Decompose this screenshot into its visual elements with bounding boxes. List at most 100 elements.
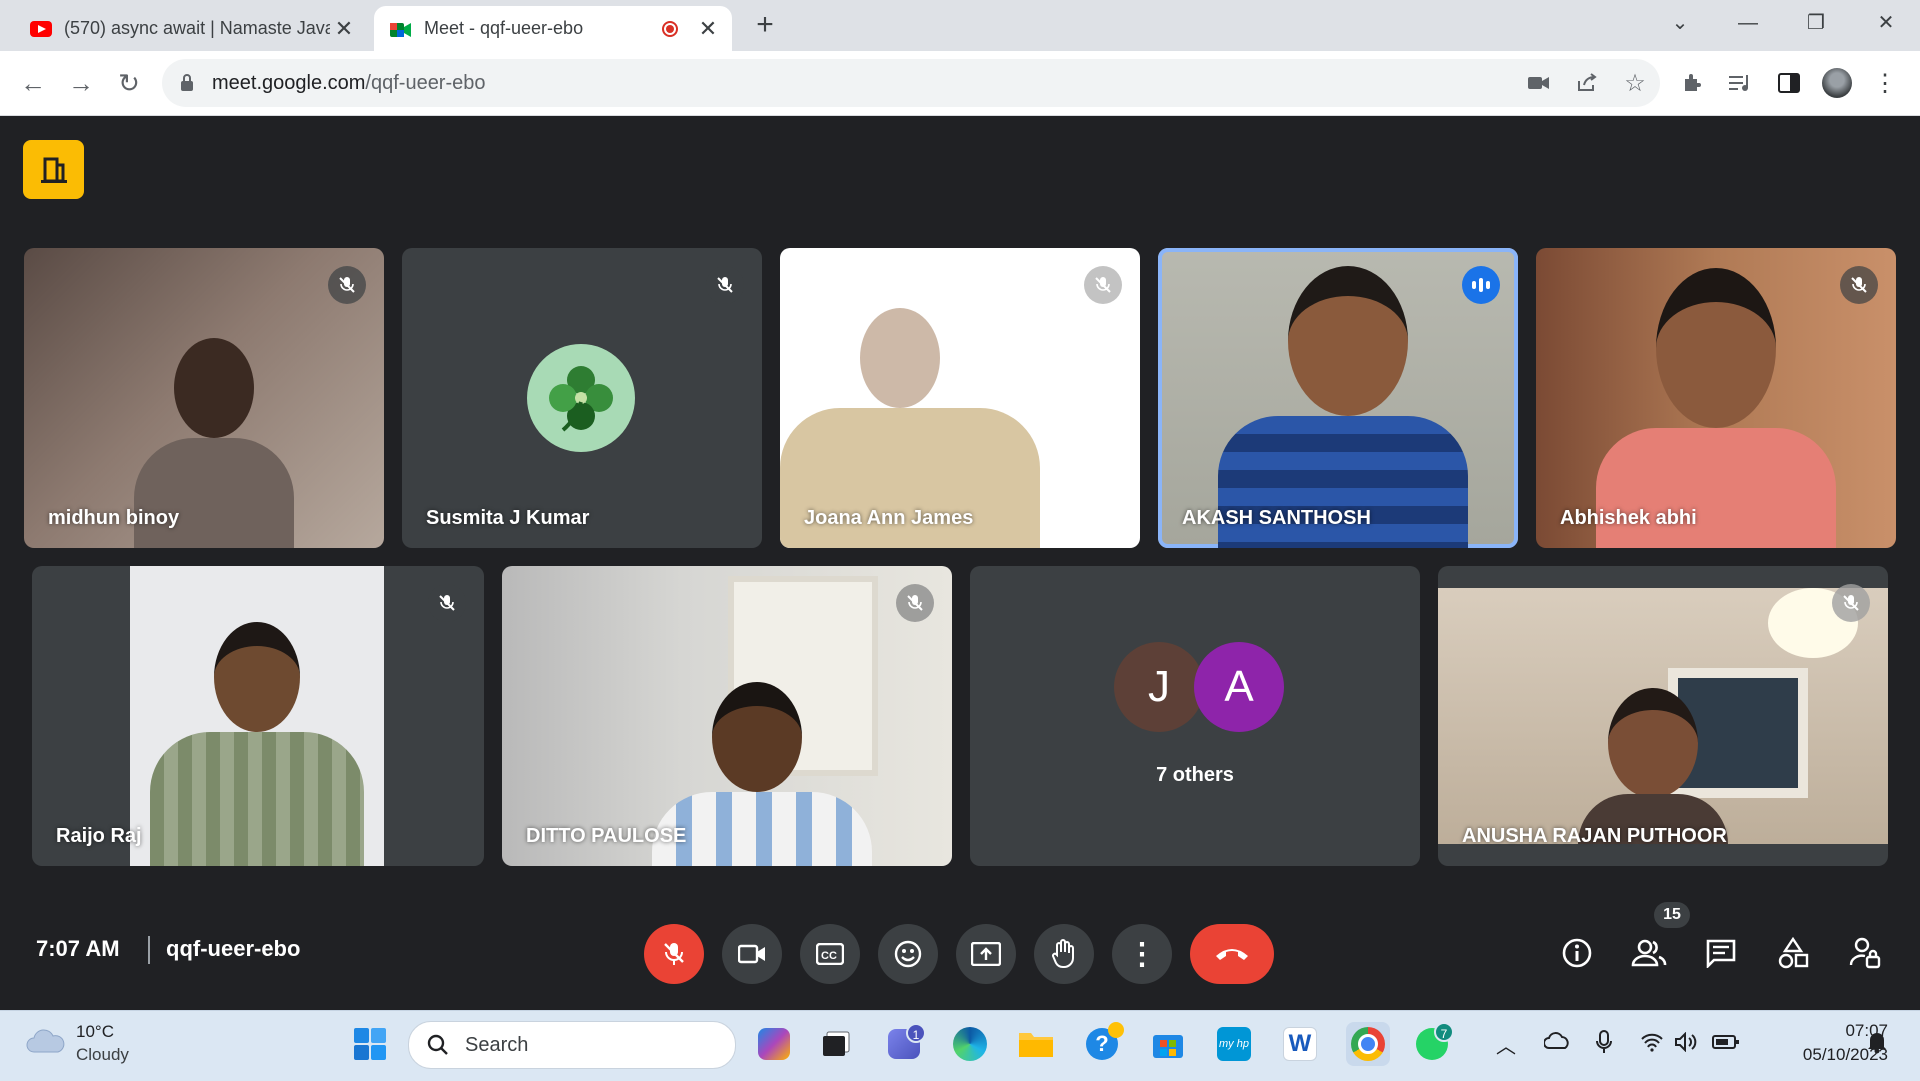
- weather-temperature[interactable]: 10°C: [76, 1022, 114, 1042]
- new-tab-button[interactable]: +: [750, 10, 780, 40]
- teams-badge: 1: [906, 1023, 926, 1043]
- edge-browser-icon[interactable]: [950, 1024, 990, 1064]
- participant-tile[interactable]: Raijo Raj: [32, 566, 484, 866]
- onedrive-icon[interactable]: [1543, 1032, 1570, 1055]
- people-button[interactable]: [1624, 928, 1674, 978]
- host-controls-button[interactable]: [1840, 928, 1890, 978]
- microsoft-store-icon[interactable]: [1148, 1024, 1188, 1064]
- leave-call-button[interactable]: [1190, 924, 1274, 984]
- companion-mode-button[interactable]: [23, 140, 84, 199]
- copilot-preview-icon[interactable]: [754, 1024, 794, 1064]
- captions-button[interactable]: CC: [800, 924, 860, 984]
- door-icon: [40, 157, 67, 183]
- chrome-menu-icon[interactable]: ⋮: [1868, 66, 1902, 100]
- mic-off-icon: [1832, 584, 1870, 622]
- mic-off-icon: [706, 266, 744, 304]
- close-tab-icon[interactable]: ✕: [330, 16, 358, 42]
- restore-icon[interactable]: ❐: [1796, 8, 1836, 38]
- participant-tile[interactable]: Joana Ann James: [780, 248, 1140, 548]
- shapes-icon: [1778, 937, 1809, 969]
- participant-tile[interactable]: Abhishek abhi: [1536, 248, 1896, 548]
- back-icon[interactable]: ←: [16, 66, 50, 100]
- myhp-icon[interactable]: my hp: [1214, 1024, 1254, 1064]
- divider: [148, 936, 150, 964]
- lock-icon[interactable]: [180, 74, 194, 92]
- video-feed: [1596, 268, 1836, 548]
- media-control-icon[interactable]: [1724, 66, 1758, 100]
- speaking-indicator-icon: [1462, 266, 1500, 304]
- closed-captions-icon: CC: [816, 943, 844, 965]
- participant-name: Susmita J Kumar: [426, 507, 590, 529]
- camera-icon[interactable]: [1522, 66, 1556, 100]
- side-panel-icon[interactable]: [1772, 66, 1806, 100]
- teams-chat-icon[interactable]: 1: [884, 1023, 926, 1064]
- others-tile[interactable]: J A 7 others: [970, 566, 1420, 866]
- meeting-details-button[interactable]: [1552, 928, 1602, 978]
- notification-bell-icon[interactable]: [1866, 1030, 1888, 1059]
- mic-off-icon: [896, 584, 934, 622]
- windows-start-icon[interactable]: [350, 1024, 390, 1064]
- emoji-icon: [894, 940, 922, 968]
- tab-search-icon[interactable]: ⌄: [1660, 8, 1700, 38]
- browser-toolbar: ← → ↻ meet.google.com/qqf-ueer-ebo ☆ ⋮: [0, 51, 1920, 116]
- participant-tile[interactable]: midhun binoy: [24, 248, 384, 548]
- reload-icon[interactable]: ↻: [112, 66, 146, 100]
- participant-tile[interactable]: ANUSHA RAJAN PUTHOOR: [1438, 566, 1888, 866]
- video-feed: [1438, 588, 1888, 844]
- wifi-icon[interactable]: [1640, 1032, 1664, 1057]
- extensions-icon[interactable]: [1676, 66, 1710, 100]
- more-options-button[interactable]: ⋮: [1112, 924, 1172, 984]
- chevron-up-icon[interactable]: ︿: [1496, 1030, 1516, 1059]
- tab-meet[interactable]: Meet - qqf-ueer-ebo ✕: [374, 6, 732, 51]
- word-icon[interactable]: W: [1280, 1024, 1320, 1064]
- chat-button[interactable]: [1696, 928, 1746, 978]
- more-vert-icon: ⋮: [1127, 937, 1157, 971]
- taskbar-search-input[interactable]: Search: [408, 1021, 736, 1069]
- tab-title: Meet - qqf-ueer-ebo: [424, 18, 584, 38]
- svg-text:CC: CC: [821, 950, 837, 962]
- profile-avatar[interactable]: [1820, 66, 1854, 100]
- participant-name: DITTO PAULOSE: [526, 825, 687, 847]
- file-explorer-icon[interactable]: [1016, 1024, 1056, 1064]
- cloud-icon[interactable]: [26, 1028, 66, 1059]
- search-placeholder: Search: [465, 1034, 529, 1056]
- camera-toggle-button[interactable]: [722, 924, 782, 984]
- forward-icon[interactable]: →: [64, 66, 98, 100]
- people-icon: [1631, 939, 1667, 967]
- share-icon[interactable]: [1570, 66, 1604, 100]
- task-view-icon[interactable]: [816, 1024, 856, 1064]
- close-tab-icon[interactable]: ✕: [694, 16, 722, 42]
- close-window-icon[interactable]: ✕: [1866, 8, 1906, 38]
- present-screen-button[interactable]: [956, 924, 1016, 984]
- raise-hand-button[interactable]: [1034, 924, 1094, 984]
- mic-toggle-button[interactable]: [644, 924, 704, 984]
- whatsapp-icon[interactable]: 7: [1412, 1022, 1454, 1064]
- tab-youtube[interactable]: (570) async await | Namaste JavaScript ✕: [16, 6, 368, 51]
- tab-title: (570) async await | Namaste JavaScript: [64, 18, 330, 38]
- microphone-icon[interactable]: [1596, 1030, 1612, 1059]
- participant-tile-speaking[interactable]: AKASH SANTHOSH: [1158, 248, 1518, 548]
- activities-button[interactable]: [1768, 928, 1818, 978]
- participant-name: Joana Ann James: [804, 507, 974, 529]
- google-meet-icon: [390, 21, 412, 37]
- bookmark-star-icon[interactable]: ☆: [1618, 66, 1652, 100]
- weather-condition[interactable]: Cloudy: [76, 1045, 129, 1065]
- participant-tile[interactable]: Susmita J Kumar: [402, 248, 762, 548]
- meeting-clock: 7:07 AM: [36, 936, 120, 961]
- minimize-icon[interactable]: —: [1728, 8, 1768, 38]
- mic-off-icon: [428, 584, 466, 622]
- reactions-button[interactable]: [878, 924, 938, 984]
- clover-avatar: [527, 344, 635, 452]
- battery-icon[interactable]: [1712, 1034, 1740, 1055]
- chat-icon: [1706, 939, 1736, 968]
- person-lock-icon: [1849, 937, 1881, 969]
- url-text[interactable]: meet.google.com/qqf-ueer-ebo: [212, 72, 486, 95]
- participant-count-badge: 15: [1654, 902, 1690, 928]
- get-help-icon[interactable]: ?: [1082, 1022, 1124, 1064]
- url-domain: meet.google.com: [212, 72, 366, 94]
- participant-tile[interactable]: DITTO PAULOSE: [502, 566, 952, 866]
- participant-name: midhun binoy: [48, 507, 180, 529]
- volume-icon[interactable]: [1674, 1031, 1698, 1057]
- address-bar[interactable]: meet.google.com/qqf-ueer-ebo ☆: [162, 59, 1660, 107]
- chrome-icon[interactable]: [1346, 1022, 1390, 1066]
